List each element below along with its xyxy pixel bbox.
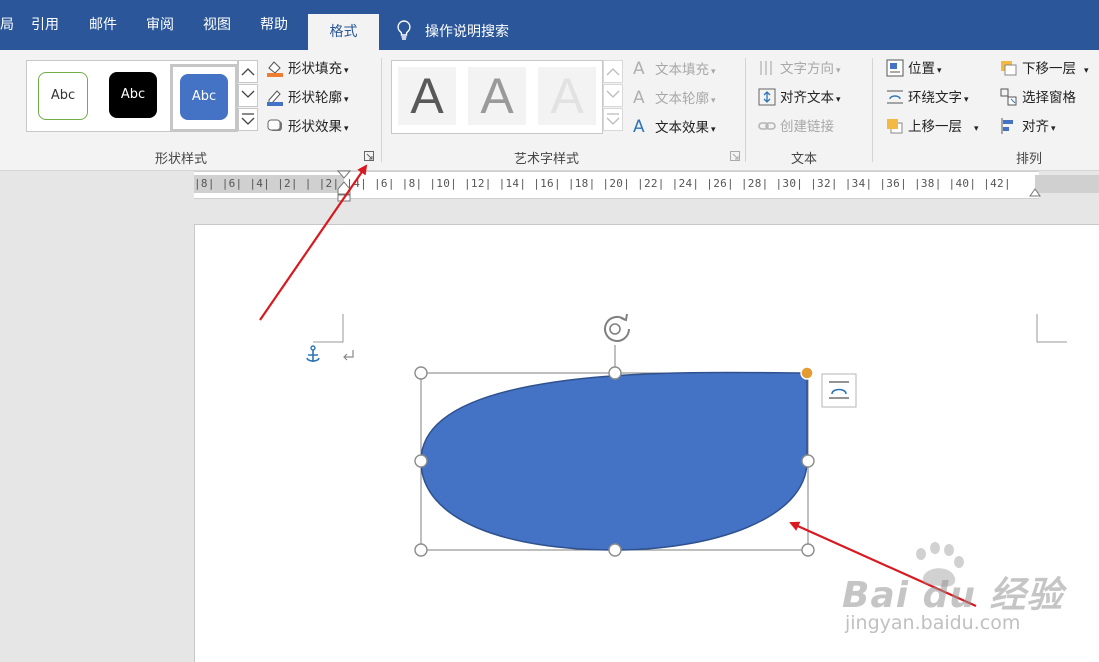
group-separator bbox=[872, 58, 873, 162]
shape-effects-button[interactable]: 形状效果 ▾ bbox=[266, 116, 349, 138]
tell-me-search[interactable]: 操作说明搜索 bbox=[395, 18, 509, 46]
tab-review[interactable]: 审阅 bbox=[146, 14, 174, 36]
create-link-label: 创建链接 bbox=[780, 119, 834, 135]
align-label: 对齐 bbox=[1022, 119, 1049, 135]
text-direction-button[interactable]: 文字方向 ▾ bbox=[758, 58, 841, 80]
bring-forward-icon bbox=[887, 119, 903, 134]
group-label-shape-styles: 形状样式 bbox=[155, 152, 208, 167]
tell-me-label: 操作说明搜索 bbox=[425, 24, 509, 40]
shape-style-preset-outline[interactable]: Abc bbox=[38, 72, 88, 120]
selection-pane-icon bbox=[1000, 88, 1017, 106]
send-backward-label: 下移一层 bbox=[1022, 61, 1076, 77]
send-backward-icon bbox=[1001, 61, 1017, 76]
align-button[interactable]: 对齐 ▾ bbox=[1000, 116, 1056, 138]
ribbon: Abc Abc Abc 形状填充 ▾ 形状轮廓 ▾ 形状效果 ▾ 形状样式 A A A… bbox=[0, 50, 1099, 171]
tab-view[interactable]: 视图 bbox=[203, 14, 231, 36]
chain-link-icon bbox=[758, 122, 776, 130]
wordart-dialog-launcher-icon[interactable] bbox=[730, 151, 741, 162]
indent-marker-icon[interactable] bbox=[337, 170, 351, 202]
wordart-preset-1[interactable]: A bbox=[398, 67, 456, 125]
shape-style-gallery: Abc Abc Abc bbox=[26, 60, 238, 132]
lightbulb-icon bbox=[397, 20, 411, 40]
align-text-label: 对齐文本 bbox=[780, 90, 834, 106]
watermark-url: jingyan.baidu.com bbox=[845, 612, 1021, 634]
text-outline-button[interactable]: A 文本轮廓 ▾ bbox=[633, 87, 716, 109]
gallery-scroll-arrows-icon[interactable] bbox=[238, 60, 258, 132]
position-button[interactable]: 位置 ▾ bbox=[886, 58, 942, 80]
text-effects-button[interactable]: A 文本效果 ▾ bbox=[633, 116, 716, 138]
text-direction-icon bbox=[760, 61, 772, 75]
group-separator bbox=[381, 58, 382, 162]
wrap-text-icon bbox=[887, 90, 903, 104]
wordart-preset-3[interactable]: A bbox=[538, 67, 596, 125]
selection-pane-label: 选择窗格 bbox=[1022, 90, 1076, 106]
right-indent-marker-icon[interactable] bbox=[1029, 183, 1041, 197]
position-label: 位置 bbox=[908, 61, 935, 77]
shape-style-preset-blue: Abc bbox=[180, 74, 228, 120]
shape-outline-button[interactable]: 形状轮廓 ▾ bbox=[266, 87, 349, 109]
tab-references-partial[interactable]: 局 bbox=[0, 14, 14, 36]
text-fill-button[interactable]: A 文本填充 ▾ bbox=[633, 58, 716, 80]
shape-style-preset-selected-frame[interactable]: Abc bbox=[170, 64, 238, 132]
shape-style-preset-black[interactable]: Abc bbox=[109, 72, 157, 118]
wordart-gallery-scroll bbox=[603, 60, 623, 132]
shape-outline-label: 形状轮廓 bbox=[288, 90, 342, 106]
title-tab-bar: 局 引用 邮件 审阅 视图 帮助 格式 操作说明搜索 bbox=[0, 0, 1099, 50]
tab-format[interactable]: 格式 bbox=[308, 14, 379, 50]
text-fill-label: 文本填充 bbox=[655, 62, 709, 78]
wordart-scroll-arrows-icon[interactable] bbox=[603, 60, 623, 132]
create-link-button[interactable]: 创建链接 bbox=[758, 116, 834, 138]
text-direction-label: 文字方向 bbox=[780, 61, 834, 77]
group-label-wordart-styles: 艺术字样式 bbox=[514, 152, 580, 167]
shape-fill-button[interactable]: 形状填充 ▾ bbox=[266, 58, 349, 80]
tab-references[interactable]: 引用 bbox=[31, 14, 59, 36]
align-objects-icon bbox=[1001, 118, 1013, 134]
group-label-arrange: 排列 bbox=[1016, 152, 1043, 167]
position-icon bbox=[886, 59, 904, 77]
dialog-launcher-icon[interactable] bbox=[364, 151, 375, 162]
watermark-text: Bai du 经验 bbox=[842, 575, 1064, 616]
shape-effects-label: 形状效果 bbox=[288, 119, 342, 135]
shape-effects-icon bbox=[267, 119, 282, 131]
align-text-icon bbox=[758, 88, 776, 106]
selection-pane-button[interactable]: 选择窗格 bbox=[1000, 87, 1076, 109]
text-fill-icon: A bbox=[633, 59, 645, 79]
wordart-preset-2[interactable]: A bbox=[468, 67, 526, 125]
text-outline-icon: A bbox=[633, 88, 645, 108]
group-label-text: 文本 bbox=[791, 152, 818, 167]
wordart-gallery: A A A bbox=[391, 60, 603, 134]
bring-forward-label: 上移一层 bbox=[908, 119, 962, 135]
text-effects-label: 文本效果 bbox=[655, 120, 709, 136]
wrap-text-label: 环绕文字 bbox=[908, 90, 962, 106]
send-backward-button[interactable]: 下移一层 ▾ bbox=[1000, 58, 1089, 80]
bring-forward-button[interactable]: 上移一层 ▾ bbox=[886, 116, 979, 138]
gallery-scroll bbox=[238, 60, 258, 132]
text-outline-label: 文本轮廓 bbox=[655, 91, 709, 107]
tab-mailings[interactable]: 邮件 bbox=[89, 14, 117, 36]
paint-bucket-icon bbox=[267, 61, 283, 77]
ruler-numbers: |8| |6| |4| |2| | |2| |4| |6| |8| |10| |… bbox=[194, 177, 1011, 190]
text-effects-icon: A bbox=[633, 117, 645, 137]
tab-help[interactable]: 帮助 bbox=[260, 14, 288, 36]
wrap-text-button[interactable]: 环绕文字 ▾ bbox=[886, 87, 969, 109]
align-text-button[interactable]: 对齐文本 ▾ bbox=[758, 87, 841, 109]
pen-outline-icon bbox=[267, 90, 283, 106]
group-separator bbox=[745, 58, 746, 162]
shape-fill-label: 形状填充 bbox=[288, 61, 342, 77]
